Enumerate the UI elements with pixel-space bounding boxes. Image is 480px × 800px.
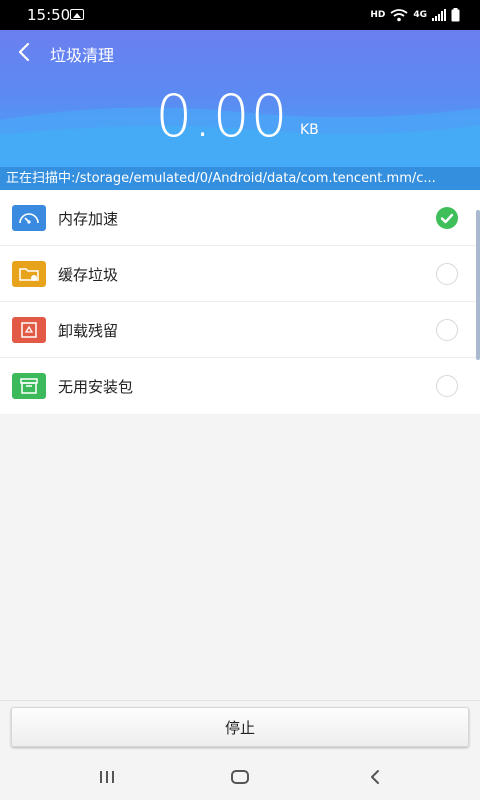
clean-category-list: 内存加速 缓存垃圾 卸载残留 无用安装包 (0, 190, 480, 414)
back-button[interactable] (14, 41, 36, 63)
network-type-label: 4G (413, 10, 427, 20)
item-label: 无用安装包 (58, 378, 134, 396)
nav-back-icon[interactable] (368, 769, 382, 785)
folder-icon (12, 261, 46, 287)
checkbox-unchecked[interactable] (436, 375, 458, 397)
item-label: 内存加速 (58, 210, 119, 228)
apk-box-icon (12, 373, 46, 399)
status-bar: 15:50 HD 4G (0, 0, 480, 30)
status-time: 15:50 (27, 6, 71, 24)
system-nav-bar (0, 752, 480, 800)
page-title: 垃圾清理 (50, 46, 115, 65)
home-icon[interactable] (231, 770, 249, 784)
recycle-icon (12, 317, 46, 343)
list-item-uninstall-residue[interactable]: 卸载残留 (0, 302, 480, 358)
junk-size-display: 0.00 KB (0, 82, 480, 150)
list-item-cache-junk[interactable]: 缓存垃圾 (0, 246, 480, 302)
bottom-action-area: 停止 (0, 700, 480, 753)
recents-icon[interactable] (98, 770, 116, 784)
scrollbar[interactable] (476, 210, 480, 360)
junk-size-value: 0.00 (155, 82, 289, 150)
stop-button[interactable]: 停止 (11, 707, 469, 747)
list-item-useless-apk[interactable]: 无用安装包 (0, 358, 480, 414)
scan-path-text: 正在扫描中:/storage/emulated/0/Android/data/c… (0, 167, 480, 190)
item-label: 缓存垃圾 (58, 266, 119, 284)
junk-size-unit: KB (300, 122, 319, 138)
hd-label: HD (370, 10, 386, 20)
speedometer-icon (12, 205, 46, 231)
check-icon (440, 213, 454, 224)
checkbox-unchecked[interactable] (436, 263, 458, 285)
header: 垃圾清理 0.00 KB 正在扫描中:/storage/emulated/0/A… (0, 30, 480, 190)
battery-icon (451, 8, 460, 22)
item-label: 卸载残留 (58, 322, 119, 340)
gallery-notification-icon (70, 9, 84, 20)
checkbox-checked[interactable] (436, 207, 458, 229)
status-indicators: HD 4G (370, 8, 460, 22)
signal-icon (432, 9, 446, 21)
list-item-memory-boost[interactable]: 内存加速 (0, 190, 480, 246)
checkbox-unchecked[interactable] (436, 319, 458, 341)
wifi-icon (390, 8, 408, 21)
